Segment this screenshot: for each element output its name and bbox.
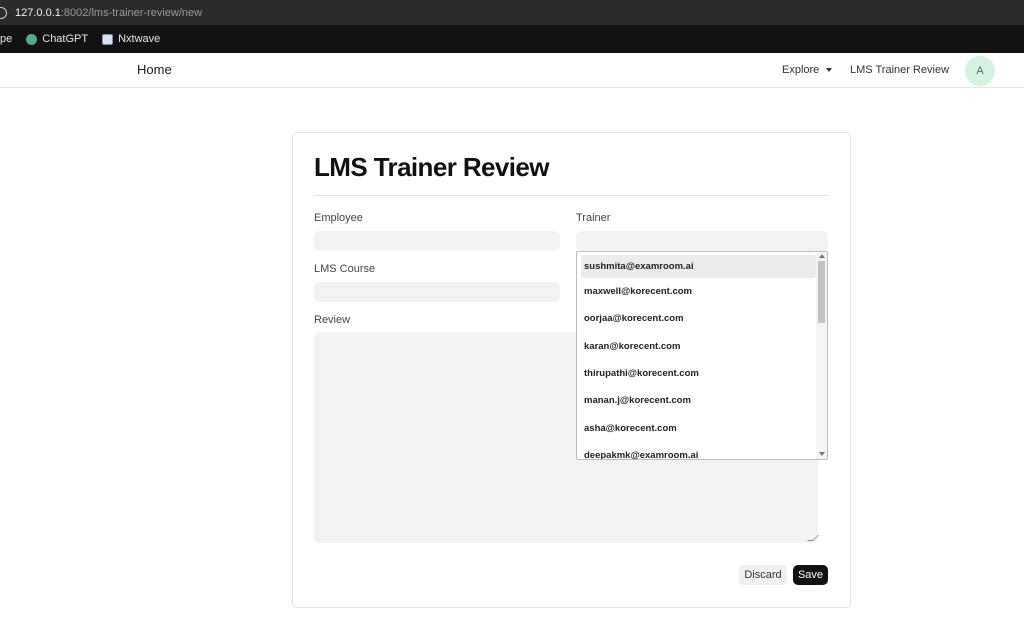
resize-handle-icon[interactable] xyxy=(807,535,819,541)
dropdown-option[interactable]: manan.j@korecent.com xyxy=(577,387,817,414)
explore-label: Explore xyxy=(782,64,820,76)
bookmark-label: pe xyxy=(0,33,13,45)
bookmark-label: ChatGPT xyxy=(42,33,89,45)
url-path: :8002/lms-trainer-review/new xyxy=(60,6,203,19)
scroll-up-icon[interactable] xyxy=(819,254,825,258)
chatgpt-icon xyxy=(26,33,38,45)
dropdown-option[interactable]: deepakmk@examroom.ai xyxy=(577,442,817,459)
divider xyxy=(314,195,828,196)
page-title: LMS Trainer Review xyxy=(314,152,549,182)
employee-label: Employee xyxy=(314,212,363,224)
trainer-dropdown[interactable]: sushmita@examroom.ai maxwell@korecent.co… xyxy=(576,251,828,460)
course-label: LMS Course xyxy=(314,263,376,275)
chevron-down-icon xyxy=(826,68,833,72)
explore-menu[interactable]: Explore xyxy=(782,64,833,76)
scroll-down-icon[interactable] xyxy=(819,452,825,456)
bookmarks-bar: pe ChatGPT Nxtwave xyxy=(0,25,1024,53)
review-label: Review xyxy=(314,314,351,326)
bookmark-nxtwave[interactable]: Nxtwave xyxy=(102,33,160,45)
url-host: 127.0.0.1 xyxy=(15,6,61,19)
browser-url-bar[interactable]: 127.0.0.1:8002/lms-trainer-review/new xyxy=(0,0,1024,25)
dropdown-option[interactable]: karan@korecent.com xyxy=(577,333,817,360)
dropdown-list: sushmita@examroom.ai maxwell@korecent.co… xyxy=(577,252,817,459)
dropdown-option[interactable]: thirupathi@korecent.com xyxy=(577,360,817,387)
trainer-field[interactable] xyxy=(576,231,828,251)
app-header: Home Explore LMS Trainer Review xyxy=(0,53,1024,88)
save-button[interactable]: Save xyxy=(793,565,828,585)
dropdown-option[interactable]: oorjaa@korecent.com xyxy=(577,305,817,332)
bookmark-label: Nxtwave xyxy=(118,33,161,45)
nxtwave-icon xyxy=(102,33,114,45)
employee-field[interactable] xyxy=(314,231,560,251)
nav-lms-trainer-review[interactable]: LMS Trainer Review xyxy=(850,64,949,76)
home-link[interactable]: Home xyxy=(137,62,172,77)
bookmark-pe[interactable]: pe xyxy=(0,33,12,45)
dropdown-scrollbar[interactable] xyxy=(816,252,827,459)
dropdown-option[interactable]: asha@korecent.com xyxy=(577,414,817,441)
scrollbar-thumb[interactable] xyxy=(818,261,825,323)
dropdown-option[interactable]: sushmita@examroom.ai xyxy=(581,255,816,278)
discard-button[interactable]: Discard xyxy=(739,565,787,585)
site-info-icon[interactable] xyxy=(0,6,7,19)
trainer-label: Trainer xyxy=(576,212,611,224)
avatar[interactable]: A xyxy=(965,56,995,86)
bookmark-chatgpt[interactable]: ChatGPT xyxy=(26,33,88,45)
course-field[interactable] xyxy=(314,282,560,302)
dropdown-option[interactable]: maxwell@korecent.com xyxy=(577,278,817,305)
